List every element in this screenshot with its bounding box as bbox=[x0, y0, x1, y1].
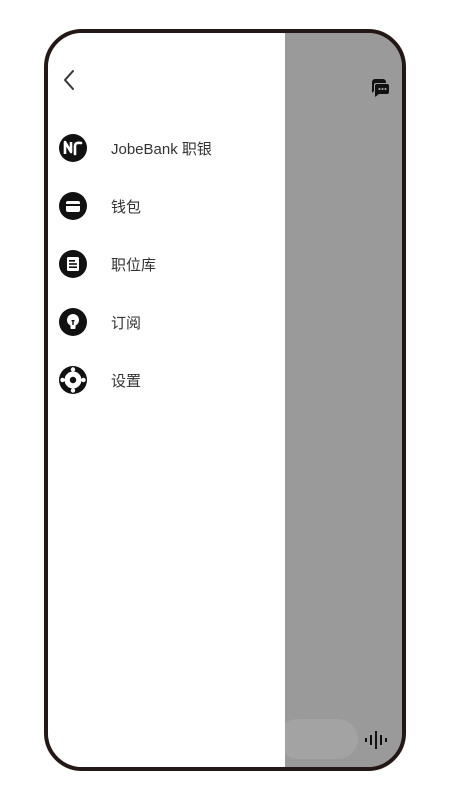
back-button[interactable] bbox=[56, 69, 82, 95]
menu-item-wallet[interactable]: 钱包 bbox=[48, 177, 285, 235]
menu-item-settings[interactable]: 设置 bbox=[48, 351, 285, 409]
chevron-left-icon bbox=[62, 69, 76, 96]
menu-item-label: 订阅 bbox=[111, 314, 142, 332]
menu-item-label: 钱包 bbox=[111, 198, 142, 216]
menu-item-label: 职位库 bbox=[111, 256, 157, 274]
lightbulb-icon bbox=[58, 307, 88, 337]
chat-bubble-icon[interactable] bbox=[368, 75, 392, 99]
menu-item-label: 设置 bbox=[111, 372, 142, 390]
wallet-icon bbox=[58, 191, 88, 221]
phone-frame: JobeBank 职银 钱包 职位库 订阅 设置 bbox=[44, 29, 406, 771]
brand-logo-icon bbox=[58, 133, 88, 163]
document-icon bbox=[58, 249, 88, 279]
menu-item-subscribe[interactable]: 订阅 bbox=[48, 293, 285, 351]
menu-item-job-library[interactable]: 职位库 bbox=[48, 235, 285, 293]
gear-icon bbox=[58, 365, 88, 395]
menu-item-jobebank[interactable]: JobeBank 职银 bbox=[48, 119, 285, 177]
voice-wave-icon[interactable] bbox=[364, 731, 390, 749]
menu-item-label: JobeBank 职银 bbox=[111, 140, 212, 158]
side-drawer: JobeBank 职银 钱包 职位库 订阅 设置 bbox=[48, 33, 285, 767]
input-pill[interactable] bbox=[278, 719, 358, 759]
drawer-menu: JobeBank 职银 钱包 职位库 订阅 设置 bbox=[48, 119, 285, 409]
